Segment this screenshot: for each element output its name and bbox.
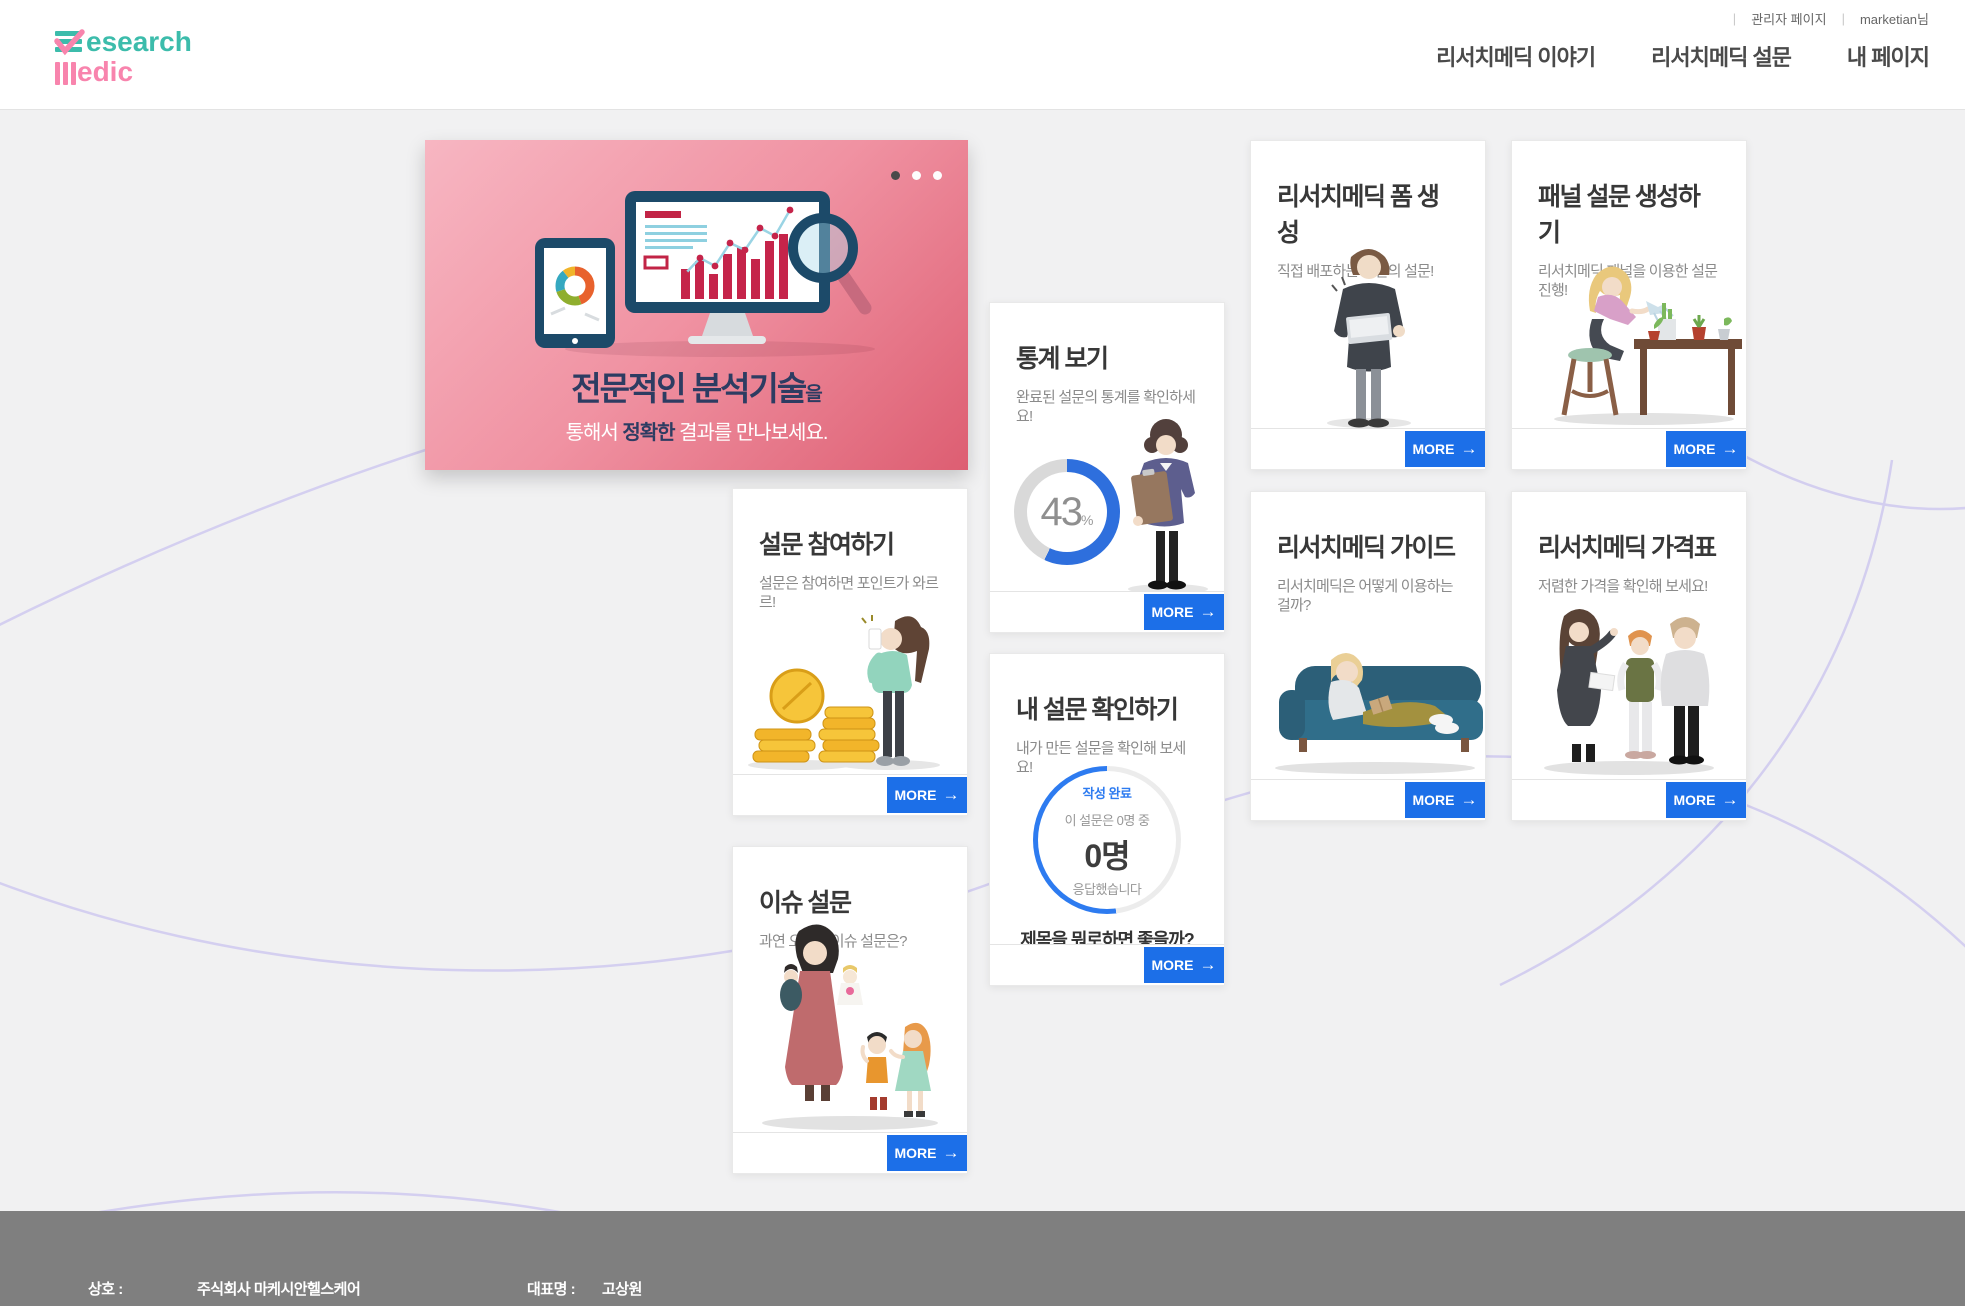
arrow-right-icon: → (1200, 605, 1217, 619)
more-button[interactable]: MORE→ (1405, 782, 1485, 818)
carousel-dot-2[interactable] (912, 171, 921, 180)
card-footer: MORE→ (990, 944, 1224, 985)
card-guide[interactable]: 리서치메딕 가이드 리서치메딕은 어떻게 이용하는 걸까? MORE→ (1250, 491, 1486, 821)
card-title: 리서치메딕 가이드 (1251, 492, 1485, 564)
card-mysurvey[interactable]: 내 설문 확인하기 내가 만든 설문을 확인해 보세요! 작성 완료 이 설문은… (989, 653, 1225, 986)
analytics-illustration (505, 186, 895, 361)
arrow-right-icon: → (943, 788, 960, 802)
card-issue[interactable]: 이슈 설문 과연 오늘의 이슈 설문은? (732, 846, 968, 1174)
main-nav: 리서치메딕 이야기 리서치메딕 설문 내 페이지 (1436, 40, 1929, 72)
mysurvey-status-badge: 작성 완료 (1083, 783, 1132, 802)
card-panel-create[interactable]: 패널 설문 생성하기 리서치메딕 패널을 이용한 설문 진행! MORE→ (1511, 140, 1747, 470)
logo-text-medic: edic (77, 59, 133, 85)
more-button[interactable]: MORE→ (887, 777, 967, 813)
card-footer: MORE→ (733, 1132, 967, 1173)
card-subtitle: 리서치메딕은 어떻게 이용하는 걸까? (1251, 564, 1485, 615)
guide-sofa-illustration (1255, 624, 1483, 774)
stats-percent-unit: % (1081, 512, 1093, 528)
stats-donut-chart: 43 % (1014, 459, 1120, 565)
carousel-dot-1[interactable] (891, 171, 900, 180)
banner-subtitle: 통해서 정확한 결과를 만나보세요. (425, 416, 968, 445)
logo[interactable]: esearch edic (55, 25, 192, 85)
footer-ceo-value: 고상원 (602, 1278, 642, 1299)
panel-plants-illustration (1534, 235, 1744, 427)
card-title: 설문 참여하기 (733, 489, 967, 561)
card-footer: MORE→ (1251, 428, 1485, 469)
card-form-create[interactable]: 리서치메딕 폼 생성 직접 배포하는 나만의 설문! MORE→ (1250, 140, 1486, 470)
banner-title: 전문적인 분석기술을 (425, 362, 968, 410)
card-title: 리서치메딕 폼 생성 (1251, 141, 1485, 249)
issue-family-illustration (755, 919, 945, 1131)
separator: | (1733, 11, 1736, 26)
more-button[interactable]: MORE→ (1405, 431, 1485, 467)
card-footer: MORE→ (990, 591, 1224, 632)
utility-links: | 관리자 페이지 | marketian님 (1733, 9, 1929, 28)
card-title: 통계 보기 (990, 303, 1224, 375)
card-footer: MORE→ (1512, 779, 1746, 820)
card-footer: MORE→ (1251, 779, 1485, 820)
nav-item-mypage[interactable]: 내 페이지 (1847, 40, 1929, 72)
nav-item-story[interactable]: 리서치메딕 이야기 (1436, 40, 1595, 72)
footer-ceo-label: 대표명 : (527, 1278, 575, 1299)
arrow-right-icon: → (1722, 793, 1739, 807)
more-button[interactable]: MORE→ (1144, 947, 1224, 983)
banner-caption: 전문적인 분석기술을 통해서 정확한 결과를 만나보세요. (425, 362, 968, 445)
card-title: 이슈 설문 (733, 847, 967, 919)
stats-percent-value: 43 (1041, 490, 1082, 535)
card-title: 패널 설문 생성하기 (1512, 141, 1746, 249)
price-people-illustration (1534, 588, 1724, 776)
mysurvey-progress-ring: 작성 완료 이 설문은 0명 중 0명 응답했습니다 (1033, 766, 1181, 914)
arrow-right-icon: → (943, 1146, 960, 1160)
more-button[interactable]: MORE→ (1144, 594, 1224, 630)
username-link[interactable]: marketian님 (1860, 9, 1929, 28)
more-button[interactable]: MORE→ (1666, 431, 1746, 467)
logo-text-research: esearch (86, 29, 192, 55)
card-footer: MORE→ (733, 774, 967, 815)
card-price[interactable]: 리서치메딕 가격표 저렴한 가격을 확인해 보세요! MORE→ (1511, 491, 1747, 821)
logo-check-icon (53, 28, 87, 58)
arrow-right-icon: → (1200, 958, 1217, 972)
mysurvey-line2: 응답했습니다 (1073, 879, 1142, 898)
admin-page-link[interactable]: 관리자 페이지 (1751, 9, 1826, 28)
footer-company-label: 상호 : (88, 1278, 123, 1299)
arrow-right-icon: → (1722, 442, 1739, 456)
card-footer: MORE→ (1512, 428, 1746, 469)
card-title: 리서치메딕 가격표 (1512, 492, 1746, 564)
mysurvey-count: 0명 (1084, 831, 1129, 877)
logo-r-icon (55, 31, 85, 55)
logo-m-icon (55, 59, 76, 85)
stats-person-illustration (1116, 413, 1216, 595)
more-button[interactable]: MORE→ (887, 1135, 967, 1171)
page-footer: 상호 : 주식회사 마케시안헬스케어 대표명 : 고상원 (0, 1211, 1965, 1306)
more-button[interactable]: MORE→ (1666, 782, 1746, 818)
carousel-dots (891, 171, 942, 180)
participate-illustration (745, 591, 957, 771)
card-title: 내 설문 확인하기 (990, 654, 1224, 726)
hero-banner[interactable]: 전문적인 분석기술을 통해서 정확한 결과를 만나보세요. (425, 140, 968, 470)
footer-company-value: 주식회사 마케시안헬스케어 (197, 1278, 360, 1299)
mysurvey-line1: 이 설문은 0명 중 (1065, 810, 1150, 829)
carousel-dot-3[interactable] (933, 171, 942, 180)
nav-item-survey[interactable]: 리서치메딕 설문 (1651, 40, 1791, 72)
top-header: esearch edic | 관리자 페이지 | marketian님 리서치메… (0, 0, 1965, 110)
card-stats[interactable]: 통계 보기 완료된 설문의 통계를 확인하세요! 43 % MORE→ (989, 302, 1225, 633)
arrow-right-icon: → (1461, 793, 1478, 807)
card-participate[interactable]: 설문 참여하기 설문은 참여하면 포인트가 와르르! MORE→ (732, 488, 968, 816)
arrow-right-icon: → (1461, 442, 1478, 456)
form-person-illustration (1309, 235, 1429, 429)
separator: | (1842, 11, 1845, 26)
